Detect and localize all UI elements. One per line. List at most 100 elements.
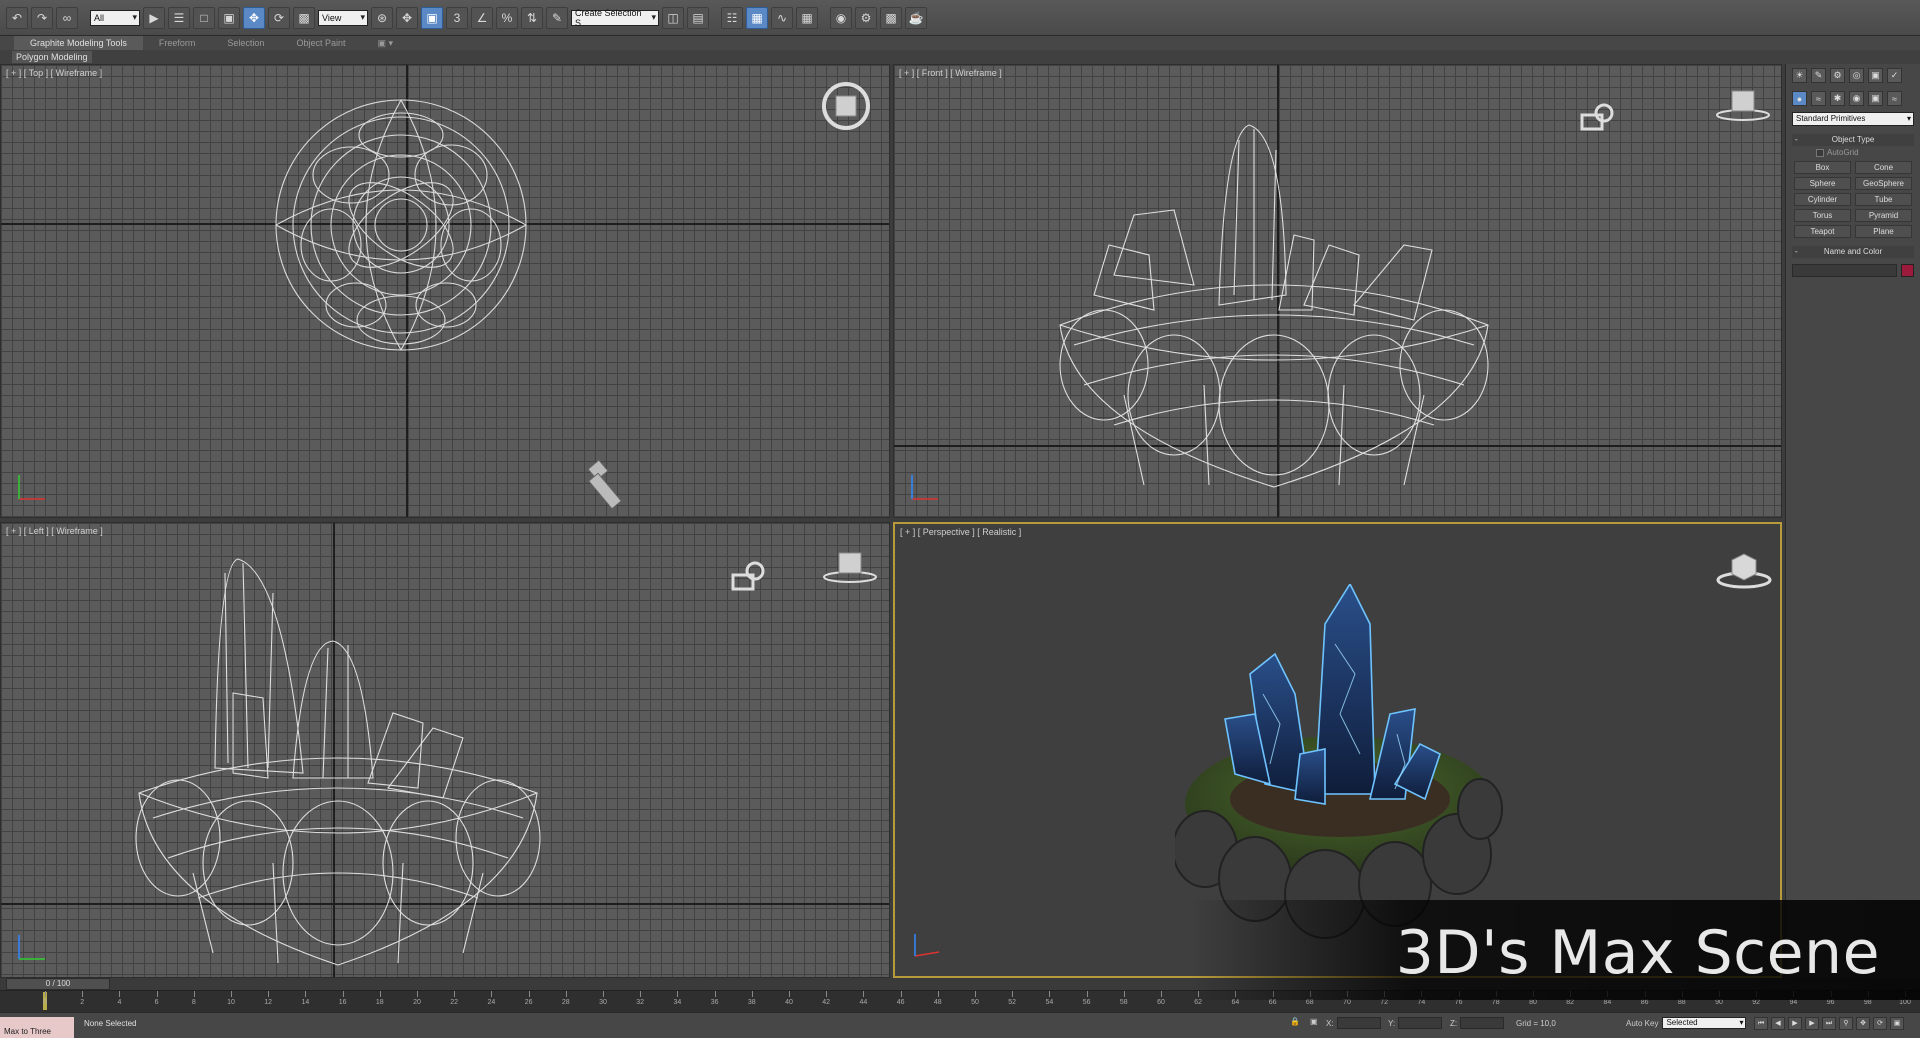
schematic-icon[interactable]: ▦: [796, 6, 818, 29]
pyramid-button[interactable]: Pyramid: [1855, 209, 1912, 222]
autogrid-check-icon[interactable]: [1816, 148, 1824, 157]
mirror-icon[interactable]: ◫: [662, 6, 684, 29]
pan-icon[interactable]: ✥: [1856, 1017, 1870, 1030]
lock-selection-icon[interactable]: 🔒: [1290, 1017, 1300, 1026]
polygon-modeling-panel[interactable]: Polygon Modeling: [12, 51, 92, 63]
box-button[interactable]: Box: [1794, 161, 1851, 174]
select-move-icon[interactable]: ✥: [243, 6, 265, 29]
rect-region-icon[interactable]: □: [193, 6, 215, 29]
track-tick-label: 20: [413, 999, 421, 1006]
render-icon[interactable]: ☕: [905, 6, 927, 29]
select-manipulate-icon[interactable]: ✥: [396, 6, 418, 29]
time-slider-thumb[interactable]: 0 / 100: [6, 978, 110, 990]
viewport-top-label[interactable]: [ + ] [ Top ] [ Wireframe ]: [6, 68, 102, 78]
viewport-perspective-label[interactable]: [ + ] [ Perspective ] [ Realistic ]: [900, 527, 1021, 537]
rotate-icon[interactable]: ⟳: [268, 6, 290, 29]
maxscript-listener[interactable]: Max to Three: [0, 1017, 74, 1038]
object-color-swatch[interactable]: [1901, 264, 1914, 277]
object-type-rollout[interactable]: Object Type: [1792, 134, 1914, 146]
z-coordinate-field[interactable]: [1460, 1017, 1505, 1029]
torus-button[interactable]: Torus: [1794, 209, 1851, 222]
maximize-viewport-icon[interactable]: ▣: [1890, 1017, 1904, 1030]
absolute-mode-icon[interactable]: ▣: [1310, 1017, 1318, 1026]
align-icon[interactable]: ▤: [687, 6, 709, 29]
rendered-frame-icon[interactable]: ▩: [880, 6, 902, 29]
window-crossing-icon[interactable]: ▣: [218, 6, 240, 29]
plane-button[interactable]: Plane: [1855, 225, 1912, 238]
tube-button[interactable]: Tube: [1855, 193, 1912, 206]
track-tick-label: 12: [264, 999, 273, 1006]
pivot-icon[interactable]: ⊛: [371, 6, 393, 29]
primitive-category-dropdown[interactable]: Standard Primitives: [1792, 112, 1914, 126]
display-icon[interactable]: ▣: [1868, 68, 1883, 83]
snap-icon[interactable]: 3: [446, 6, 468, 29]
viewport-top[interactable]: [ + ] [ Top ] [ Wireframe ]: [0, 64, 890, 518]
cameras-icon[interactable]: ◉: [1849, 91, 1864, 106]
viewport-left[interactable]: [ + ] [ Left ] [ Wireframe ]: [0, 522, 890, 978]
viewcube-top[interactable]: [821, 81, 871, 131]
play-icon[interactable]: ▶: [1788, 1017, 1802, 1030]
edit-named-sel-icon[interactable]: ✎: [546, 6, 568, 29]
scale-icon[interactable]: ▩: [293, 6, 315, 29]
key-mode-dropdown[interactable]: Selected: [1662, 1017, 1747, 1029]
next-frame-icon[interactable]: ▶: [1805, 1017, 1819, 1030]
tab-selection[interactable]: Selection: [211, 36, 280, 50]
tab-graphite-modeling-tools[interactable]: Graphite Modeling Tools: [14, 36, 143, 50]
orbit-icon[interactable]: ⟳: [1873, 1017, 1887, 1030]
geosphere-button[interactable]: GeoSphere: [1855, 177, 1912, 190]
shapes-icon[interactable]: ≈: [1811, 91, 1826, 106]
layer-icon[interactable]: ☷: [721, 6, 743, 29]
teapot-button[interactable]: Teapot: [1794, 225, 1851, 238]
graphite-icon[interactable]: ▦: [746, 6, 768, 29]
spinner-snap-icon[interactable]: ⇅: [521, 6, 543, 29]
name-and-color-rollout[interactable]: Name and Color: [1792, 246, 1914, 258]
go-to-end-icon[interactable]: ⏭: [1822, 1017, 1836, 1030]
object-name-field[interactable]: [1792, 264, 1897, 277]
hierarchy-icon[interactable]: ⚙: [1830, 68, 1845, 83]
go-to-start-icon[interactable]: ⏮: [1754, 1017, 1768, 1030]
undo-icon[interactable]: ↶: [6, 6, 28, 29]
reference-coord-dropdown[interactable]: View: [318, 9, 368, 26]
keyboard-shortcut-icon[interactable]: ▣: [421, 6, 443, 29]
select-icon[interactable]: ▶: [143, 6, 165, 29]
camera-icon: [587, 459, 622, 510]
cone-button[interactable]: Cone: [1855, 161, 1912, 174]
tab-freeform[interactable]: Freeform: [143, 36, 212, 50]
geometry-icon[interactable]: ●: [1792, 91, 1807, 106]
angle-snap-icon[interactable]: ∠: [471, 6, 493, 29]
viewcube-front[interactable]: [1714, 87, 1772, 123]
previous-frame-icon[interactable]: ◀: [1771, 1017, 1785, 1030]
helpers-icon[interactable]: ▣: [1868, 91, 1883, 106]
named-selection-dropdown[interactable]: Create Selection S: [571, 8, 659, 28]
sphere-button[interactable]: Sphere: [1794, 177, 1851, 190]
percent-snap-icon[interactable]: %: [496, 6, 518, 29]
track-tick: [789, 991, 790, 997]
utilities-icon[interactable]: ✓: [1887, 68, 1902, 83]
viewport-front-label[interactable]: [ + ] [ Front ] [ Wireframe ]: [899, 68, 1002, 78]
cylinder-button[interactable]: Cylinder: [1794, 193, 1851, 206]
tab-object-paint[interactable]: Object Paint: [280, 36, 361, 50]
spacewarps-icon[interactable]: ≈: [1887, 91, 1902, 106]
zoom-icon[interactable]: ⚲: [1839, 1017, 1853, 1030]
render-setup-icon[interactable]: ⚙: [855, 6, 877, 29]
curve-editor-icon[interactable]: ∿: [771, 6, 793, 29]
y-coordinate-field[interactable]: [1398, 1017, 1443, 1029]
crystal-left-wireframe: [135, 558, 541, 966]
material-editor-icon[interactable]: ◉: [830, 6, 852, 29]
select-by-name-icon[interactable]: ☰: [168, 6, 190, 29]
x-coordinate-field[interactable]: [1336, 1017, 1381, 1029]
lights-icon[interactable]: ✱: [1830, 91, 1845, 106]
motion-icon[interactable]: ◎: [1849, 68, 1864, 83]
sun-icon[interactable]: ☀: [1792, 68, 1807, 83]
viewcube-perspective[interactable]: [1715, 550, 1773, 590]
ribbon-options-icon[interactable]: ▣ ▾: [361, 36, 409, 50]
viewcube-left[interactable]: [821, 549, 879, 585]
redo-icon[interactable]: ↷: [31, 6, 53, 29]
auto-key-button[interactable]: Auto Key: [1626, 1019, 1658, 1028]
modify-icon[interactable]: ✎: [1811, 68, 1826, 83]
link-icon[interactable]: ∞: [56, 6, 78, 29]
viewport-front[interactable]: [ + ] [ Front ] [ Wireframe ]: [893, 64, 1782, 518]
selection-filter-dropdown[interactable]: All: [90, 9, 140, 26]
autogrid-checkbox[interactable]: AutoGrid: [1816, 148, 1920, 157]
viewport-left-label[interactable]: [ + ] [ Left ] [ Wireframe ]: [6, 526, 103, 536]
